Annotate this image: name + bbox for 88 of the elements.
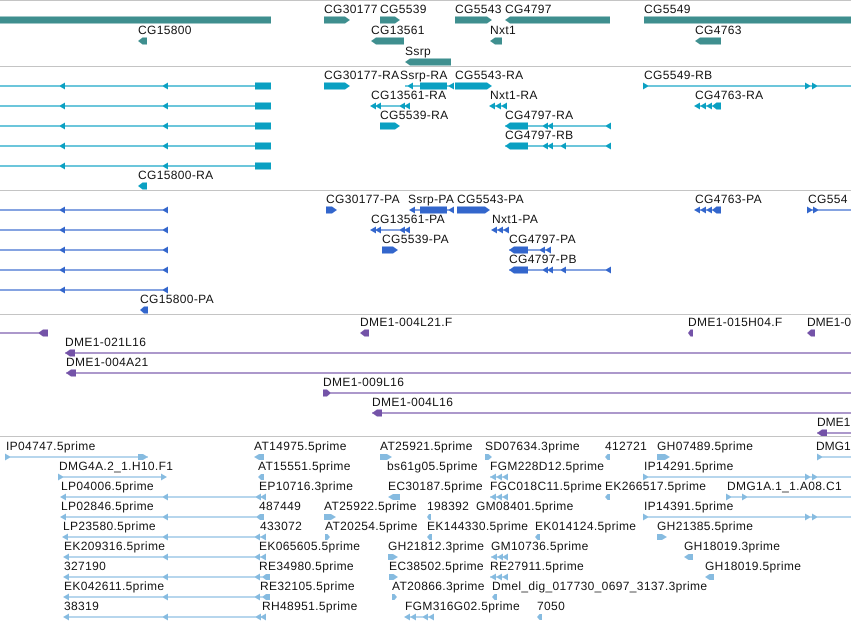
- feature-label: GH07489.5prime: [657, 440, 754, 453]
- feature-label: DME1-004L21.F: [360, 316, 453, 329]
- feature-label: CG13561-RA: [371, 89, 447, 102]
- feature-label: FGC018C11.5prime: [490, 480, 602, 493]
- feature-label: RH48951.5prime: [262, 600, 358, 613]
- feature-label: Nxt1: [490, 24, 516, 37]
- feature-label: CG4797-PA: [509, 233, 576, 246]
- feature-label: RE32105.5prime: [260, 580, 355, 593]
- feature-label: Nxt1-PA: [492, 213, 538, 226]
- feature-label: EC38502.5prime: [389, 560, 484, 573]
- feature-label: DME1-004A21: [66, 356, 149, 369]
- feature-label: CG554: [808, 193, 848, 206]
- feature-label: bs61g05.5prime: [387, 460, 478, 473]
- feature-label: CG5543-PA: [457, 193, 524, 206]
- feature-label: 198392: [427, 500, 470, 513]
- feature-label: 38319: [64, 600, 100, 613]
- feature-label: DMG1A.1_1.A08.C1: [727, 480, 842, 493]
- feature-label: DME1-004L16: [372, 396, 454, 409]
- feature-label: DMG4A.2_1.H10.F1: [59, 460, 174, 473]
- feature-label: 327190: [64, 560, 106, 573]
- feature-label: IP14391.5prime: [644, 500, 734, 513]
- feature-label: 487449: [259, 500, 302, 513]
- feature-label: EK065605.5prime: [259, 540, 360, 553]
- feature-label: AT25921.5prime: [380, 440, 473, 453]
- feature-label: EK266517.5prime: [605, 480, 706, 493]
- feature-label: AT15551.5prime: [258, 460, 351, 473]
- feature-label: CG30177-RA: [324, 69, 400, 82]
- feature-label: AT20866.3prime: [392, 580, 485, 593]
- feature-label: LP02846.5prime: [61, 500, 154, 513]
- feature-label: GM08401.5prime: [476, 500, 574, 513]
- feature-label: SD07634.3prime: [485, 440, 580, 453]
- feature-label: GH21385.5prime: [657, 520, 754, 533]
- feature-label: DMG1: [816, 440, 851, 453]
- feature-label: FGM316G02.5prime: [405, 600, 520, 613]
- feature-label: CG15800: [138, 24, 192, 37]
- feature-label: CG13561: [371, 24, 425, 37]
- feature-label: 412721: [605, 440, 648, 453]
- feature-label: GH18019.5prime: [705, 560, 802, 573]
- feature-label: LP23580.5prime: [63, 520, 156, 533]
- feature-label: RE34980.5prime: [259, 560, 354, 573]
- feature-label: CG5539-RA: [380, 109, 449, 122]
- feature-label: Nxt1-RA: [490, 89, 538, 102]
- feature-label: EK014124.5prime: [535, 520, 636, 533]
- feature-label: FGM228D12.5prime: [490, 460, 604, 473]
- feature-label: CG4763: [695, 24, 742, 37]
- feature-label: DME1-015H04.F: [688, 316, 783, 329]
- feature-label: CG4763-RA: [695, 89, 764, 102]
- feature-label: CG4797-PB: [509, 253, 577, 266]
- feature-label: EK209316.5prime: [64, 540, 166, 553]
- feature-label: CG5539: [380, 3, 427, 16]
- feature-label: 433072: [260, 520, 302, 533]
- feature-label: Dmel_dig_017730_0697_3137.3prime: [492, 580, 708, 593]
- feature-label: EC30187.5prime: [388, 480, 483, 493]
- feature-label: EP10716.3prime: [259, 480, 354, 493]
- feature-label: LP04006.5prime: [61, 480, 154, 493]
- feature-label: CG30177-PA: [326, 193, 400, 206]
- feature-label: Ssrp: [405, 45, 432, 58]
- feature-label: IP14291.5prime: [644, 460, 734, 473]
- feature-label: EK042611.5prime: [64, 580, 164, 593]
- feature-label: CG5543-RA: [455, 69, 524, 82]
- feature-label: DME1-021L16: [65, 336, 146, 349]
- feature-label: Ssrp-RA: [400, 69, 448, 82]
- feature-label: CG4797-RB: [505, 129, 574, 142]
- feature-label: RE27911.5prime: [490, 560, 584, 573]
- feature-label: CG15800-PA: [140, 293, 214, 306]
- feature-label: CG15800-RA: [138, 169, 214, 182]
- feature-label: EK144330.5prime: [427, 520, 528, 533]
- feature-label: CG5549: [644, 3, 691, 16]
- feature-label: GH18019.3prime: [684, 540, 780, 553]
- feature-label: GH21812.3prime: [388, 540, 484, 553]
- feature-label: CG4763-PA: [695, 193, 762, 206]
- feature-label: CG5539-PA: [382, 233, 449, 246]
- feature-label: AT20254.5prime: [325, 520, 418, 533]
- feature-label: Ssrp-PA: [408, 193, 454, 206]
- feature-label: CG4797: [505, 3, 552, 16]
- feature-label: GM10736.5prime: [491, 540, 589, 553]
- feature-label: CG30177: [324, 3, 378, 16]
- feature-label: CG5549-RB: [644, 69, 713, 82]
- feature-label: DME1-0: [807, 316, 851, 329]
- feature-label: 7050: [537, 600, 566, 613]
- feature-label: DME1-009L16: [323, 376, 404, 389]
- feature-label: CG4797-RA: [505, 109, 574, 122]
- feature-label: DME1: [817, 416, 850, 429]
- feature-label: CG5543: [455, 3, 502, 16]
- feature-label: AT25922.5prime: [324, 500, 417, 513]
- feature-label: CG13561-PA: [371, 213, 445, 226]
- feature-label: IP04747.5prime: [6, 440, 96, 453]
- feature-label: AT14975.5prime: [254, 440, 347, 453]
